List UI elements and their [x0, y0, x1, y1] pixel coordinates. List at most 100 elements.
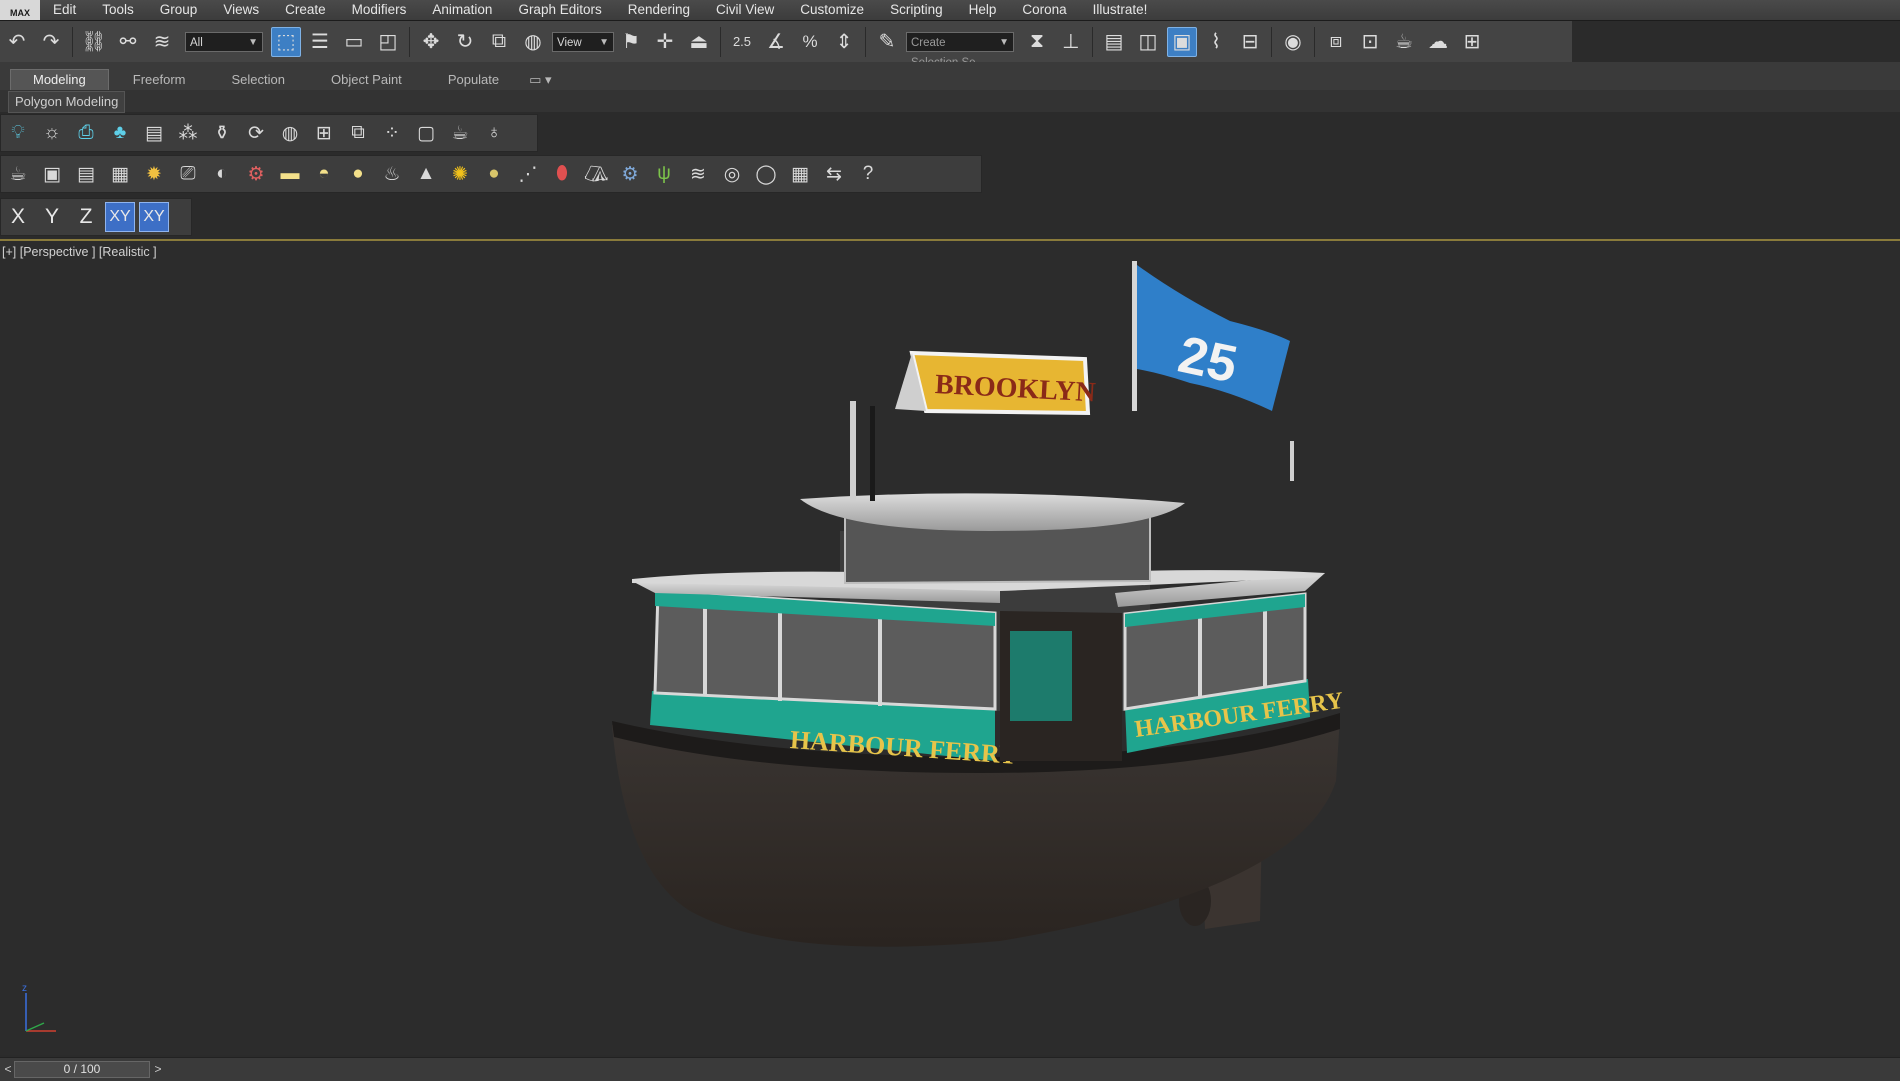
light-lister-icon[interactable]: ✹	[140, 160, 168, 188]
keyboard-shortcut-override-icon[interactable]: ⏏	[684, 27, 714, 57]
teapot-icon[interactable]: ☕	[446, 119, 474, 147]
percent-snap-icon[interactable]: %	[795, 27, 825, 57]
menu-views[interactable]: Views	[210, 0, 272, 20]
align-icon[interactable]: ⊥	[1056, 27, 1086, 57]
rotate-icon[interactable]: ↻	[450, 27, 480, 57]
axis-x-button[interactable]: X	[3, 202, 33, 232]
globe-icon[interactable]: ◍	[276, 119, 304, 147]
tent-icon[interactable]: ⛺︎	[582, 160, 610, 188]
tree-icon[interactable]: ♣	[106, 119, 134, 147]
mirror-icon[interactable]: ⧗	[1022, 27, 1052, 57]
redo-icon[interactable]: ↷	[36, 27, 66, 57]
toggle-ribbon-icon[interactable]: ◫	[1133, 27, 1163, 57]
render-production-icon[interactable]: ☕	[1389, 27, 1419, 57]
time-slider-handle[interactable]: 0 / 100	[14, 1061, 150, 1078]
menu-customize[interactable]: Customize	[787, 0, 877, 20]
tab-selection[interactable]: Selection	[210, 70, 307, 90]
cone-icon[interactable]: ▲	[412, 160, 440, 188]
fur-icon[interactable]: ≋	[684, 160, 712, 188]
render-iterative-icon[interactable]: ☁	[1423, 27, 1453, 57]
undo-icon[interactable]: ↶	[2, 27, 32, 57]
scatter-icon[interactable]: ⁂	[174, 119, 202, 147]
help-icon[interactable]: ?	[854, 160, 882, 188]
app-logo[interactable]: MAX	[0, 0, 40, 20]
pill-icon[interactable]: ⬮	[548, 160, 576, 188]
refresh-icon[interactable]: ⟳	[242, 119, 270, 147]
polygon-modeling-panel[interactable]: Polygon Modeling	[8, 91, 126, 113]
camera-icon[interactable]: ⎙	[72, 119, 100, 147]
curve-editor-icon[interactable]: ⌇	[1201, 27, 1231, 57]
schematic-view-icon[interactable]: ⊟	[1235, 27, 1265, 57]
converter-icon[interactable]: ⇆	[820, 160, 848, 188]
teapot-primitive-icon[interactable]: ♨	[378, 160, 406, 188]
select-object-icon[interactable]: ⬚	[271, 26, 301, 57]
pivot-center-icon[interactable]: ⚑	[616, 27, 646, 57]
shell-icon[interactable]: ◎	[718, 160, 746, 188]
window-crossing-icon[interactable]: ◰	[373, 27, 403, 57]
sun-icon[interactable]: ✺	[446, 160, 474, 188]
film-reel-icon[interactable]: ⚙	[242, 160, 270, 188]
menu-graph-editors[interactable]: Graph Editors	[505, 0, 614, 20]
group-icon[interactable]: ⁘	[378, 119, 406, 147]
tab-freeform[interactable]: Freeform	[111, 70, 208, 90]
menu-rendering[interactable]: Rendering	[615, 0, 703, 20]
grid-table-icon[interactable]: ▦	[106, 160, 134, 188]
scale-icon[interactable]: ⧉	[484, 27, 514, 57]
viewport-icon[interactable]: ▢	[412, 119, 440, 147]
spinner-snap-icon[interactable]: ⇕	[829, 27, 859, 57]
render-region-icon[interactable]: ⧉	[344, 119, 372, 147]
rendered-frame-window-icon[interactable]: ⊡	[1355, 27, 1385, 57]
rectangular-selection-icon[interactable]: ▭	[339, 27, 369, 57]
menu-scripting[interactable]: Scripting	[877, 0, 956, 20]
bottle-icon[interactable]: ⚱	[208, 119, 236, 147]
grass-icon[interactable]: ψ	[650, 160, 678, 188]
material-editor-icon[interactable]: ◉	[1278, 27, 1308, 57]
menu-help[interactable]: Help	[956, 0, 1010, 20]
menu-tools[interactable]: Tools	[89, 0, 147, 20]
material-ball-icon[interactable]: ◯	[752, 160, 780, 188]
plane-icon[interactable]: ▬	[276, 160, 304, 188]
render-in-cloud-icon[interactable]: ⊞	[1457, 27, 1487, 57]
tab-object-paint[interactable]: Object Paint	[309, 70, 424, 90]
snap-toggle-icon[interactable]: 2.5	[727, 27, 757, 57]
document-icon[interactable]: ▤	[72, 160, 100, 188]
sphere-icon[interactable]: ●	[344, 160, 372, 188]
ferry-boat-model[interactable]: HARBOUR FERRY HARBOUR FERRY BROOKLYN 25	[0, 241, 1900, 1055]
camera-rig-icon[interactable]: ⎚	[174, 160, 202, 188]
tab-modeling[interactable]: Modeling	[10, 69, 109, 90]
scene-explorer-icon[interactable]: ▣	[1167, 26, 1197, 57]
next-frame-button[interactable]: >	[152, 1061, 164, 1078]
layer-explorer-icon[interactable]: ▤	[1099, 27, 1129, 57]
frame-buffer-icon[interactable]: ▣	[38, 160, 66, 188]
menu-civil-view[interactable]: Civil View	[703, 0, 787, 20]
axis-xy-cycle-button[interactable]: XY	[139, 202, 169, 232]
menu-edit[interactable]: Edit	[40, 0, 89, 20]
menu-illustrate[interactable]: Illustrate!	[1080, 0, 1161, 20]
menu-modifiers[interactable]: Modifiers	[339, 0, 420, 20]
list-icon[interactable]: ▤	[140, 119, 168, 147]
menu-create[interactable]: Create	[272, 0, 339, 20]
place-icon[interactable]: ◍	[518, 27, 548, 57]
teapot-render-icon[interactable]: ☕	[4, 160, 32, 188]
move-icon[interactable]: ✥	[416, 27, 446, 57]
sky-icon[interactable]: ◐	[208, 160, 236, 188]
render-setup-icon[interactable]: ⧈	[1321, 27, 1351, 57]
perspective-viewport[interactable]: [+] [Perspective ] [Realistic ] HARBOUR …	[0, 241, 1900, 1055]
angle-snap-icon[interactable]: ∡	[761, 27, 791, 57]
axis-y-button[interactable]: Y	[37, 202, 67, 232]
bind-space-warp-icon[interactable]: ≋	[147, 27, 177, 57]
light-bulb-icon[interactable]: 💡︎	[4, 119, 32, 147]
sphere-light-icon[interactable]: ●	[480, 160, 508, 188]
edit-named-selection-icon[interactable]: ✎	[872, 27, 902, 57]
gear-icon[interactable]: ⚙	[616, 160, 644, 188]
named-selection-set-dropdown[interactable]: Create Selection Se ▼	[906, 31, 1014, 69]
tab-populate[interactable]: Populate	[426, 70, 521, 90]
link-icon[interactable]: ⛓	[79, 27, 109, 57]
select-manipulate-icon[interactable]: ✛	[650, 27, 680, 57]
axis-xy-button[interactable]: XY	[105, 202, 135, 232]
bulb-outline-icon[interactable]: ♁	[480, 119, 508, 147]
select-by-name-icon[interactable]: ☰	[305, 27, 335, 57]
dome-icon[interactable]: ◓	[310, 160, 338, 188]
sun-light-icon[interactable]: ☼	[38, 119, 66, 147]
texture-grid-icon[interactable]: ▦	[786, 160, 814, 188]
